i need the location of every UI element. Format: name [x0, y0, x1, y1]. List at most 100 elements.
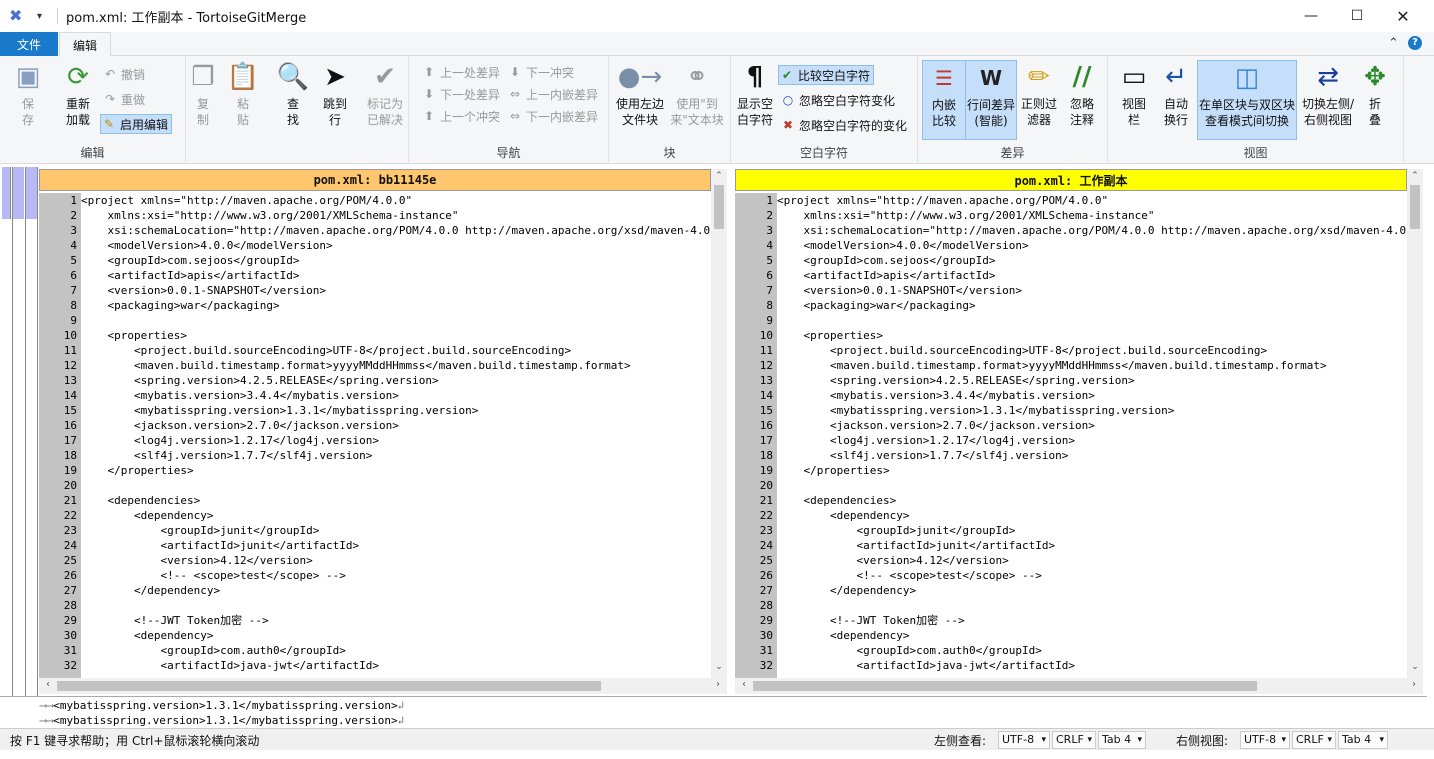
next-inline-button[interactable]: ⇔ 下一内嵌差异 [507, 106, 598, 126]
line-diff-button[interactable]: W 行间差异(智能) [965, 60, 1017, 140]
save-button[interactable]: ▣ 保存 [10, 60, 46, 128]
prev-inline-button[interactable]: ⇔ 上一内嵌差异 [507, 84, 598, 104]
prev-conflict-button[interactable]: ⬆ 上一个冲突 [421, 106, 500, 126]
code-line: 15 <mybatisspring.version>1.3.1</mybatis… [735, 403, 1407, 418]
next-conflict-button[interactable]: ⬇ 下一冲突 [507, 62, 574, 82]
ignore-ws-change-option[interactable]: ○ 忽略空白字符变化 [780, 90, 895, 110]
scroll-thumb[interactable] [714, 185, 724, 229]
ignore-all-ws-option[interactable]: ✖ 忽略空白字符的变化 [780, 115, 907, 135]
left-view-label: 左侧查看: [934, 734, 987, 748]
show-whitespace-button[interactable]: ¶ 显示空白字符 [735, 60, 775, 128]
left-horizontal-scrollbar[interactable]: ‹ › [39, 678, 727, 694]
toggle-view-mode-button[interactable]: ◫ 在单区块与双区块查看模式间切换 [1197, 60, 1297, 140]
minimize-button[interactable]: — [1288, 0, 1334, 32]
code-line: 18 <slf4j.version>1.7.7</slf4j.version> [39, 448, 711, 463]
compare-whitespace-option[interactable]: ✔ 比较空白字符 [778, 65, 875, 85]
use-left-block-button[interactable]: ●→ 使用左边文件块 [613, 60, 667, 128]
line-text: <dependencies> [81, 494, 201, 507]
scroll-down-icon[interactable]: ⌄ [711, 662, 727, 676]
line-number: 24 [759, 539, 773, 552]
right-horizontal-scrollbar[interactable]: ‹ › [735, 678, 1423, 694]
auto-wrap-button[interactable]: ↵ 自动换行 [1156, 60, 1196, 128]
code-line: 14 <mybatis.version>3.4.4</mybatis.versi… [39, 388, 711, 403]
code-line: 23 <groupId>junit</groupId> [39, 523, 711, 538]
regex-filter-button[interactable]: ✏ 正则过滤器 [1018, 60, 1060, 128]
fold-button[interactable]: ✥ 折叠 [1358, 60, 1392, 128]
line-number: 22 [63, 509, 77, 522]
collapse-ribbon-icon[interactable]: ⌃ [1388, 36, 1399, 51]
code-line: 27 </dependency> [735, 583, 1407, 598]
maximize-button[interactable]: ☐ [1334, 0, 1380, 32]
scroll-thumb[interactable] [1410, 185, 1420, 229]
scroll-right-icon[interactable]: › [711, 679, 725, 690]
prev-diff-button[interactable]: ⬆ 上一处差异 [421, 62, 500, 82]
scroll-up-icon[interactable]: ⌃ [711, 171, 727, 185]
right-code-view[interactable]: 1 <project xmlns="http://maven.apache.org… [735, 193, 1407, 678]
line-number: 7 [70, 284, 77, 297]
line-compare-pane: ⟶⟶<mybatisspring.version>1.3.1</mybatiss… [0, 696, 1427, 728]
scroll-left-icon[interactable]: ‹ [41, 679, 55, 690]
scroll-down-icon[interactable]: ⌄ [1407, 662, 1423, 676]
left-eol-select[interactable]: CRLF [1052, 731, 1096, 749]
scroll-left-icon[interactable]: ‹ [737, 679, 751, 690]
location-bar[interactable] [0, 167, 38, 696]
viewbar-button[interactable]: ▭ 视图栏 [1116, 60, 1152, 128]
left-tab-select[interactable]: Tab 4 [1098, 731, 1146, 749]
clipboard-group: ❐ 复制 📋 粘贴 🔍 查找 ➤ 跳到行 ✔ 标记为已解决 [186, 56, 408, 164]
line-text: <maven.build.timestamp.format>yyyyMMddHH… [777, 359, 1327, 372]
undo-button[interactable]: ↶ 撤销 [102, 64, 145, 84]
inline-compare-button[interactable]: ☰ 内嵌比较 [922, 60, 966, 140]
right-view-label: 右侧视图: [1176, 734, 1229, 748]
enable-edit-button[interactable]: ✎ 启用编辑 [100, 114, 173, 134]
scroll-thumb[interactable] [753, 681, 1257, 691]
right-vertical-scrollbar[interactable]: ⌃ ⌄ [1407, 169, 1423, 678]
line-text: <modelVersion>4.0.0</modelVersion> [81, 239, 333, 252]
goto-line-button[interactable]: ➤ 跳到行 [318, 60, 352, 128]
code-line: 19 </properties> [735, 463, 1407, 478]
right-eol-select[interactable]: CRLF [1292, 731, 1336, 749]
wrap-icon: ↵ [1165, 62, 1187, 92]
tab-edit[interactable]: 编辑 [59, 32, 111, 57]
find-button[interactable]: 🔍 查找 [276, 60, 310, 128]
line-number: 25 [759, 554, 773, 567]
scroll-up-icon[interactable]: ⌃ [1407, 171, 1423, 185]
line-number: 22 [759, 509, 773, 522]
line-number: 12 [63, 359, 77, 372]
close-button[interactable]: ✕ [1380, 0, 1426, 32]
right-tab-select[interactable]: Tab 4 [1338, 731, 1388, 749]
reload-button[interactable]: ⟳ 重新加载 [58, 60, 98, 128]
cross-icon: ✖ [782, 118, 794, 132]
line-text: <mybatisspring.version>1.3.1</mybatisspr… [777, 404, 1175, 417]
line-text: <packaging>war</packaging> [777, 299, 976, 312]
left-code-view[interactable]: 1 <project xmlns="http://maven.apache.org… [39, 193, 711, 678]
copy-button[interactable]: ❐ 复制 [186, 60, 220, 128]
radio-icon: ○ [782, 93, 794, 107]
scroll-thumb[interactable] [57, 681, 601, 691]
left-encoding-select[interactable]: UTF-8 [998, 731, 1050, 749]
line-text: <dependency> [81, 509, 214, 522]
use-theirs-block-button[interactable]: ⚭ 使用"到来"文本块 [669, 60, 725, 128]
app-icon[interactable]: ✖ [9, 7, 27, 25]
line-text: </properties> [81, 464, 194, 477]
next-diff-button[interactable]: ⬇ 下一处差异 [421, 84, 500, 104]
line-number: 6 [70, 269, 77, 282]
quick-access-dropdown-icon[interactable]: ▾ [37, 11, 51, 22]
tab-file[interactable]: 文件 [0, 32, 58, 56]
switch-left-right-button[interactable]: ⇄ 切换左侧/右侧视图 [1300, 60, 1356, 128]
line-text: <groupId>com.auth0</groupId> [81, 644, 346, 657]
line-number: 1 [766, 194, 773, 207]
left-right-arrow-icon: ⇔ [509, 87, 521, 101]
ignore-comments-button[interactable]: //忽略注释 [1064, 60, 1100, 128]
left-vertical-scrollbar[interactable]: ⌃ ⌄ [711, 169, 727, 678]
mark-resolved-button[interactable]: ✔ 标记为已解决 [364, 60, 406, 128]
code-line: 23 <groupId>junit</groupId> [735, 523, 1407, 538]
paste-button[interactable]: 📋 粘贴 [226, 60, 260, 128]
help-icon[interactable]: ? [1408, 36, 1422, 50]
right-encoding-select[interactable]: UTF-8 [1240, 731, 1290, 749]
scroll-right-icon[interactable]: › [1407, 679, 1421, 690]
line-text: <log4j.version>1.2.17</log4j.version> [81, 434, 380, 447]
code-line: 13 <spring.version>4.2.5.RELEASE</spring… [735, 373, 1407, 388]
redo-button[interactable]: ↷ 重做 [102, 89, 145, 109]
code-line: 11 <project.build.sourceEncoding>UTF-8</… [735, 343, 1407, 358]
code-line: 24 <artifactId>junit</artifactId> [735, 538, 1407, 553]
